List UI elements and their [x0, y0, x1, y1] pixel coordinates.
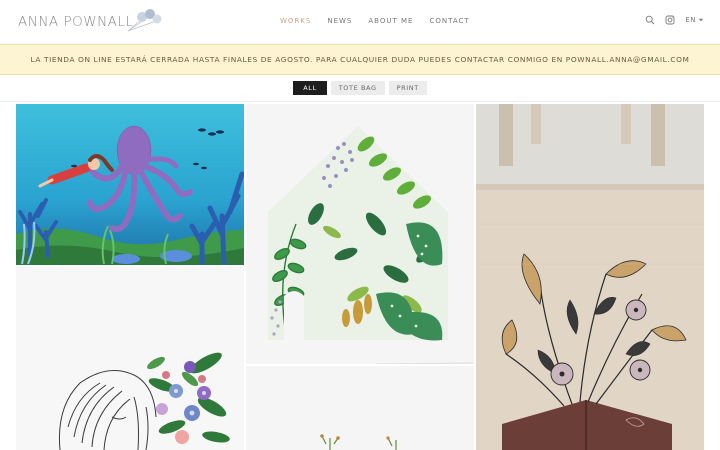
- header-icons: EN: [645, 15, 704, 25]
- divider: [0, 101, 720, 102]
- nav-news[interactable]: NEWS: [327, 17, 352, 25]
- tote-bag-photo: [476, 104, 704, 450]
- chevron-down-icon: [698, 18, 704, 22]
- artwork-girl-with-flowers[interactable]: [16, 267, 244, 450]
- artwork-small-plants[interactable]: [246, 366, 474, 450]
- language-label: EN: [685, 16, 696, 24]
- octopus-illustration: [16, 104, 244, 265]
- nav-about-me[interactable]: ABOUT ME: [368, 17, 413, 25]
- category-filters: ALL TOTE BAG PRINT: [0, 81, 720, 95]
- notice-banner: LA TIENDA ON LINE ESTARÁ CERRADA HASTA F…: [0, 44, 720, 75]
- small-plants-illustration: [246, 366, 474, 450]
- plant-house-illustration: [246, 104, 474, 364]
- filter-all[interactable]: ALL: [293, 81, 327, 95]
- language-selector[interactable]: EN: [685, 16, 704, 24]
- search-icon[interactable]: [645, 15, 655, 25]
- filter-print[interactable]: PRINT: [388, 81, 427, 95]
- nav-works[interactable]: WORKS: [280, 17, 311, 25]
- main-nav: WORKS NEWS ABOUT ME CONTACT: [280, 17, 470, 25]
- instagram-icon[interactable]: [665, 15, 675, 25]
- artwork-plant-house[interactable]: [246, 104, 474, 364]
- site-logo[interactable]: ANNA POWNALL: [18, 9, 162, 35]
- works-gallery: [16, 104, 704, 450]
- banner-text: LA TIENDA ON LINE ESTARÁ CERRADA HASTA F…: [30, 55, 690, 64]
- site-header: ANNA POWNALL WORKS NEWS ABOUT ME CONTACT…: [0, 0, 720, 44]
- artwork-octopus-underwater[interactable]: [16, 104, 244, 265]
- girl-flowers-illustration: [16, 267, 244, 450]
- artwork-tote-bag[interactable]: [476, 104, 704, 450]
- filter-tote-bag[interactable]: TOTE BAG: [330, 81, 385, 95]
- balloons-icon: [127, 9, 162, 32]
- logo-text: ANNA POWNALL: [18, 14, 134, 30]
- nav-contact[interactable]: CONTACT: [429, 17, 469, 25]
